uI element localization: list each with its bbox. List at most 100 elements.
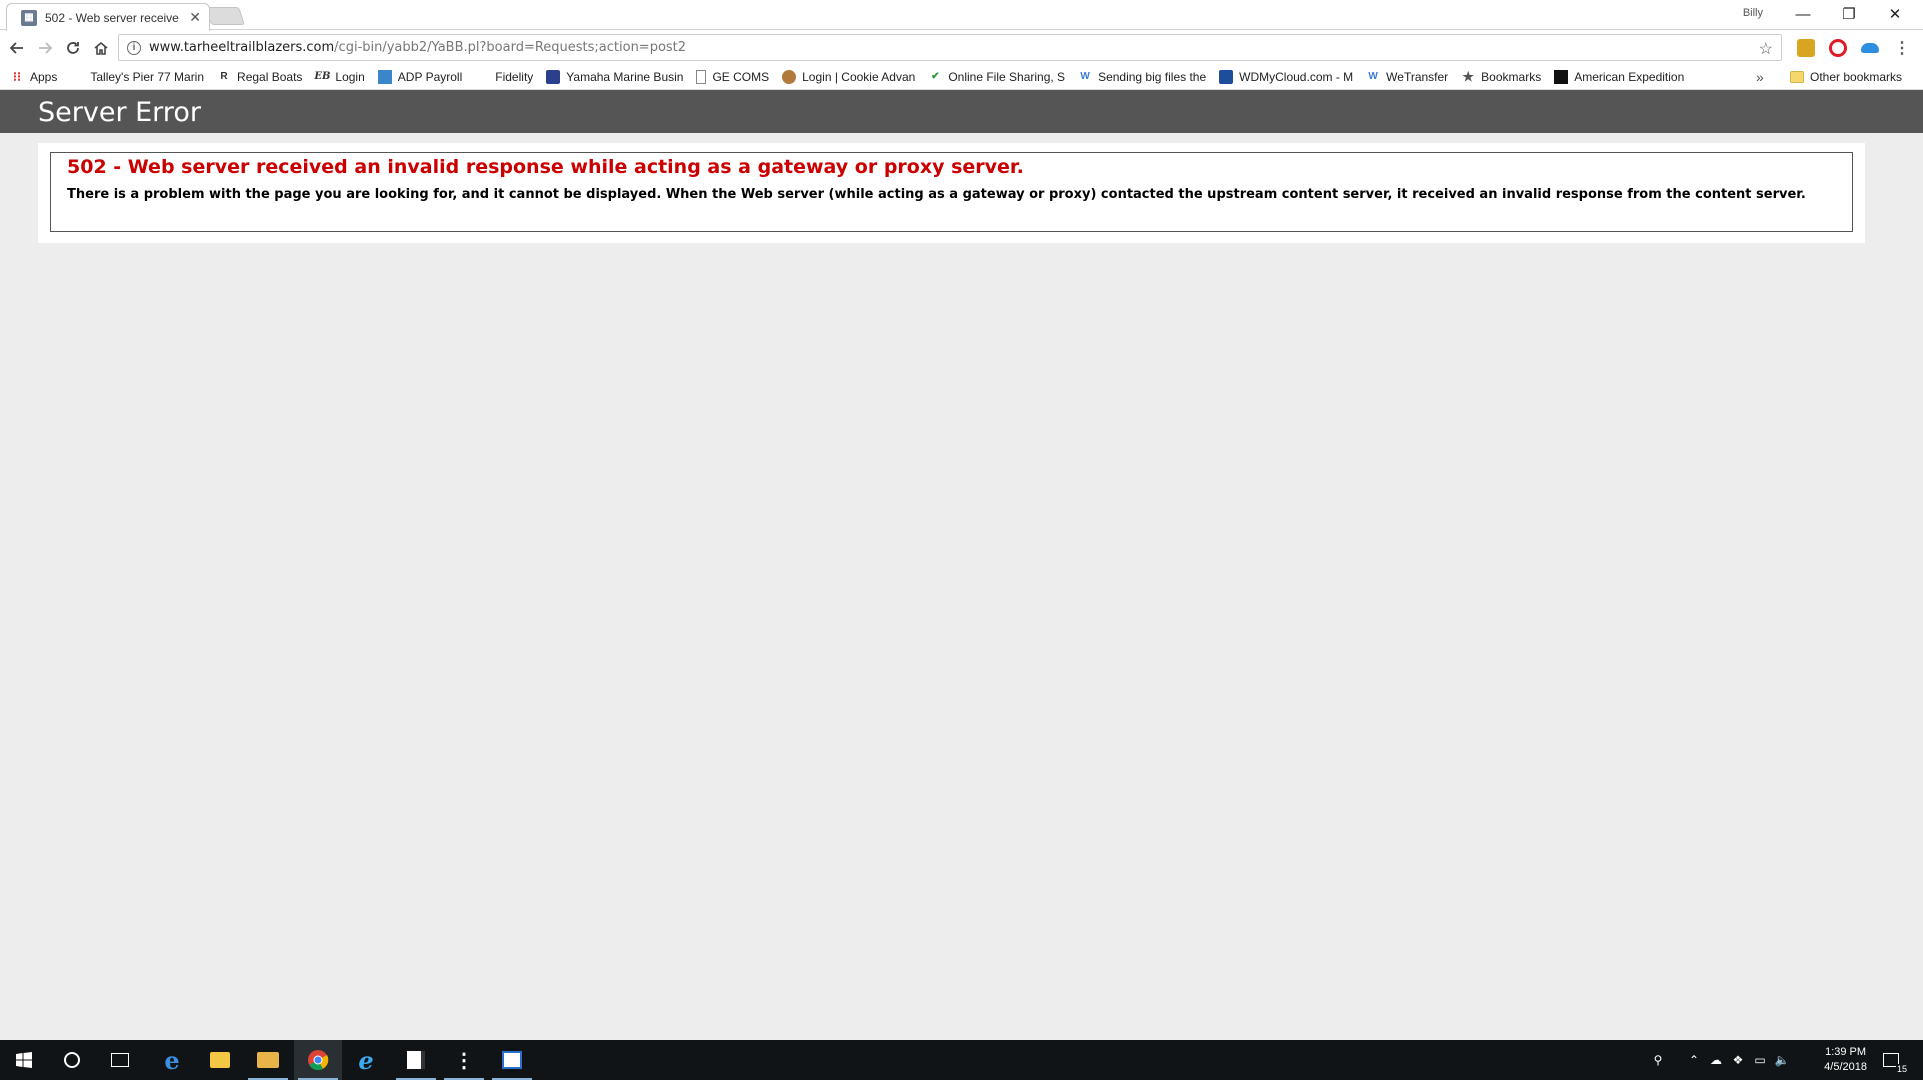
bookmark-label: Apps (30, 69, 58, 84)
close-window-button[interactable]: ✕ (1872, 0, 1918, 28)
task-view-icon (111, 1053, 129, 1067)
taskbar-mail[interactable] (244, 1040, 292, 1080)
other-bookmarks-folder[interactable]: Other bookmarks (1790, 64, 1902, 90)
profile-name[interactable]: Billy (1743, 7, 1763, 19)
bookmark-item[interactable]: Fidelity (475, 69, 534, 84)
new-tab-button[interactable] (205, 7, 245, 25)
action-center-button[interactable]: 15 (1874, 1040, 1908, 1080)
bookmark-item[interactable]: ADP Payroll (377, 69, 463, 84)
bookmark-item[interactable]: W Sending big files the (1078, 70, 1206, 84)
error-content-panel: 502 - Web server received an invalid res… (38, 143, 1865, 243)
bookmark-item[interactable]: Talley's Pier 77 Marin (70, 70, 204, 84)
url-domain: www.tarheeltrailblazers.com (149, 40, 335, 55)
bookmark-star-icon[interactable]: ☆ (1759, 39, 1773, 59)
yamaha-icon (546, 69, 561, 84)
adp-icon (377, 69, 392, 84)
restore-button[interactable]: ❐ (1826, 0, 1872, 28)
address-bar[interactable]: i www.tarheeltrailblazers.com/cgi-bin/ya… (118, 34, 1782, 61)
bookmark-item[interactable]: EB Login (314, 69, 365, 84)
bookmark-item[interactable]: GE COMS (696, 69, 769, 84)
task-view-button[interactable] (96, 1040, 144, 1080)
cortana-circle-icon (64, 1052, 80, 1068)
minimize-button[interactable]: — (1780, 0, 1826, 28)
taskbar-internet-explorer[interactable]: e (342, 1040, 390, 1080)
url-text: www.tarheeltrailblazers.com/cgi-bin/yabb… (149, 40, 686, 55)
bookmark-label: Talley's Pier 77 Marin (90, 69, 205, 84)
back-button[interactable] (4, 35, 30, 61)
extension-opera-icon[interactable] (1829, 39, 1847, 57)
edge-icon: e (164, 1045, 180, 1075)
fidelity-icon (475, 69, 490, 84)
bookmark-item[interactable]: Yamaha Marine Busin (546, 69, 684, 84)
bookmark-item[interactable]: American Expedition (1554, 69, 1684, 84)
bookmark-item[interactable]: Login | Cookie Advan (782, 69, 916, 84)
folder-icon (1790, 71, 1804, 83)
bookmark-item[interactable]: ⁝⁝ Apps (10, 68, 58, 84)
home-icon (94, 41, 108, 55)
dropbox-icon[interactable]: ❖ (1728, 1040, 1748, 1080)
bookmark-item[interactable]: W WeTransfer (1366, 70, 1448, 84)
extension-honey-icon[interactable] (1797, 39, 1815, 57)
taskbar-file-explorer[interactable] (196, 1040, 244, 1080)
windows-logo-icon (16, 1052, 32, 1068)
home-button[interactable] (88, 35, 114, 61)
reload-button[interactable] (60, 35, 86, 61)
page-icon (696, 69, 707, 84)
bookmark-label: Yamaha Marine Busin (566, 69, 684, 84)
wetransfer-icon: W (1080, 71, 1090, 82)
tab-title: 502 - Web server receive (45, 10, 179, 25)
system-clock[interactable]: 1:39 PM 4/5/2018 (1824, 1045, 1867, 1075)
error-description: There is a problem with the page you are… (67, 187, 1806, 202)
bookmark-label: WDMyCloud.com - M (1239, 69, 1354, 84)
internet-explorer-icon: e (358, 1045, 374, 1075)
extension-cloud-icon[interactable] (1861, 43, 1879, 53)
tab-close-icon[interactable]: ✕ (189, 9, 201, 26)
bookmark-label: Fidelity (495, 69, 534, 84)
folder-icon (210, 1052, 230, 1068)
eb-icon: EB (314, 71, 331, 82)
taskbar-sticky-notes[interactable] (392, 1040, 440, 1080)
wetransfer-icon: W (1368, 71, 1378, 82)
browser-menu-icon[interactable]: ⋮ (1893, 39, 1911, 57)
expedition-icon (1554, 69, 1569, 84)
browser-tab[interactable]: ▦ 502 - Web server receive ✕ (6, 3, 210, 31)
reload-icon (67, 42, 79, 54)
bookmark-label: WeTransfer (1386, 69, 1449, 84)
taskbar-edge[interactable]: e (148, 1040, 196, 1080)
search-button[interactable] (48, 1040, 96, 1080)
forward-button[interactable] (32, 35, 58, 61)
bookmark-label: Login (335, 69, 365, 84)
bookmark-item[interactable]: R Regal Boats (217, 70, 302, 84)
bookmark-label: ADP Payroll (397, 69, 463, 84)
tab-strip: ▦ 502 - Web server receive ✕ Billy — ❐ ✕ (0, 0, 1923, 31)
vertical-dots-icon: ⋮ (454, 1049, 474, 1072)
network-icon[interactable]: ▭ (1750, 1040, 1770, 1080)
apps-grid-icon: ⁝⁝ (12, 68, 22, 84)
page-header: Server Error (0, 90, 1923, 133)
bookmark-label: Login | Cookie Advan (802, 69, 916, 84)
clock-time: 1:39 PM (1825, 1046, 1867, 1058)
chrome-icon (308, 1050, 329, 1071)
browser-toolbar: i www.tarheeltrailblazers.com/cgi-bin/ya… (0, 31, 1923, 64)
start-button[interactable] (0, 1040, 48, 1080)
volume-icon[interactable]: 🔈 (1772, 1040, 1792, 1080)
notification-count: 15 (1895, 1064, 1908, 1074)
show-hidden-icons-icon[interactable]: ⌃ (1684, 1040, 1704, 1080)
taskbar-app-blue[interactable] (488, 1040, 536, 1080)
site-favicon-icon: ▦ (21, 9, 37, 26)
clock-date: 4/5/2018 (1824, 1061, 1867, 1073)
bookmark-item[interactable]: ★ Bookmarks (1461, 69, 1541, 84)
url-path: /cgi-bin/yabb2/YaBB.pl?board=Requests;ac… (334, 40, 687, 55)
bookmark-item[interactable]: ✔ Online File Sharing, S (928, 70, 1065, 84)
forward-arrow-icon (39, 42, 53, 54)
people-icon[interactable]: ⚲ (1646, 1040, 1670, 1080)
onedrive-icon[interactable]: ☁ (1706, 1040, 1726, 1080)
site-info-icon[interactable]: i (127, 40, 141, 55)
bookmark-item[interactable]: WDMyCloud.com - M (1219, 69, 1354, 84)
bookmarks-bar: ⁝⁝ Apps Talley's Pier 77 Marin R Regal Boats… (0, 64, 1923, 90)
taskbar-app-dots[interactable]: ⋮ (440, 1040, 488, 1080)
taskbar-chrome[interactable] (294, 1040, 342, 1080)
bookmark-label: Sending big files the (1098, 69, 1207, 84)
windows-taskbar: e e ⋮ ⚲ ⌃ ☁ ❖ ▭ 🔈 1:39 PM 4/5/2018 15 (0, 1040, 1923, 1080)
bookmarks-overflow-button[interactable]: » (1756, 64, 1764, 90)
